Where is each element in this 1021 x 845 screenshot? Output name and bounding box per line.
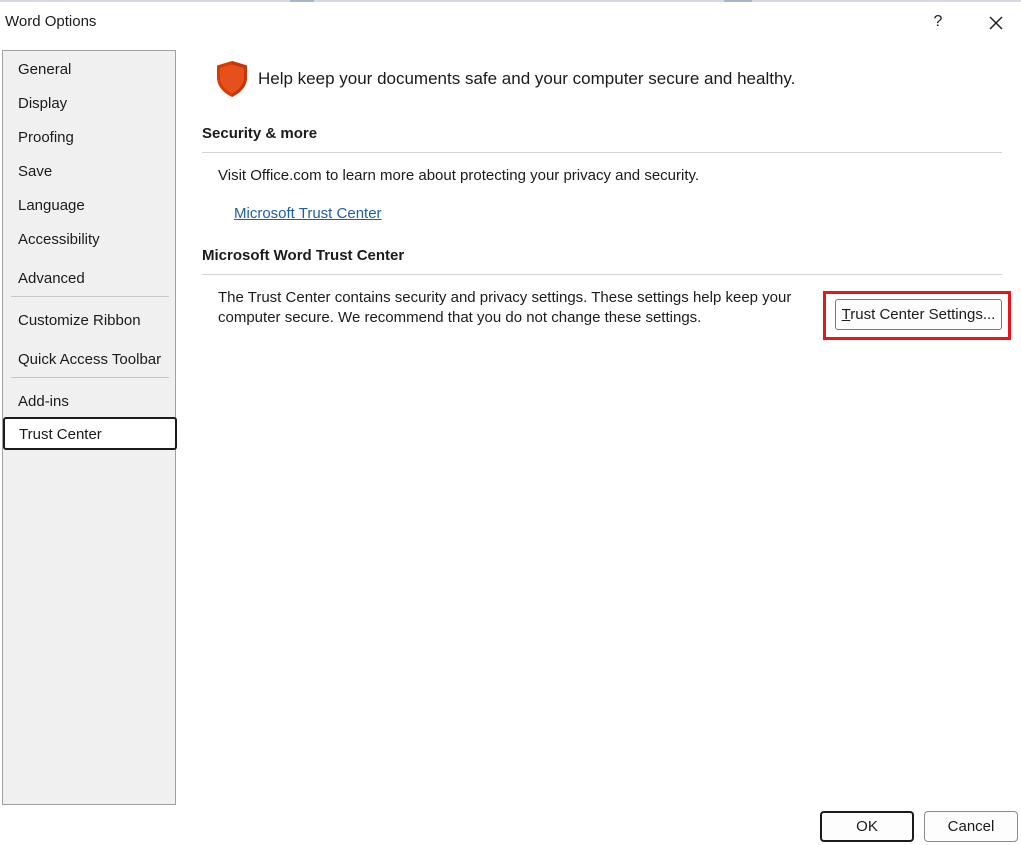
- ok-button[interactable]: OK: [820, 811, 914, 842]
- sidebar-item-customize-ribbon[interactable]: Customize Ribbon: [18, 312, 141, 329]
- sidebar-item-quick-access-toolbar[interactable]: Quick Access Toolbar: [18, 351, 161, 368]
- help-button[interactable]: ?: [926, 10, 950, 34]
- sidebar-item-advanced[interactable]: Advanced: [18, 270, 85, 287]
- section-divider: [202, 274, 1002, 275]
- microsoft-trust-center-link[interactable]: Microsoft Trust Center: [234, 205, 382, 222]
- shield-icon: [217, 61, 247, 97]
- options-sidebar: General Display Proofing Save Language A…: [2, 50, 177, 805]
- sidebar-divider: [11, 296, 169, 297]
- section-divider: [202, 152, 1002, 153]
- section-title-security: Security & more: [202, 125, 318, 142]
- page-header-text: Help keep your documents safe and your c…: [258, 69, 796, 88]
- sidebar-item-save[interactable]: Save: [18, 163, 52, 180]
- sidebar-item-trust-center[interactable]: Trust Center: [3, 417, 177, 450]
- window-title: Word Options: [5, 13, 97, 30]
- trust-center-description-line: The Trust Center contains security and p…: [218, 289, 792, 306]
- sidebar-item-display[interactable]: Display: [18, 95, 67, 112]
- trust-center-description: The Trust Center contains security and p…: [218, 288, 798, 328]
- access-key: T: [841, 306, 851, 323]
- sidebar-item-accessibility[interactable]: Accessibility: [18, 231, 100, 248]
- sidebar-item-add-ins[interactable]: Add-ins: [18, 393, 69, 410]
- trust-center-description-line: computer secure. We recommend that you d…: [218, 309, 702, 326]
- security-description: Visit Office.com to learn more about pro…: [218, 167, 700, 184]
- trust-center-settings-button[interactable]: Trust Center Settings...: [835, 299, 1002, 330]
- sidebar-item-proofing[interactable]: Proofing: [18, 129, 74, 146]
- sidebar-divider: [11, 377, 169, 378]
- cancel-button[interactable]: Cancel: [924, 811, 1018, 842]
- sidebar-item-label: Trust Center: [19, 426, 102, 443]
- section-title-trust-center: Microsoft Word Trust Center: [202, 247, 405, 264]
- sidebar-item-general[interactable]: General: [18, 61, 71, 78]
- sidebar-item-language[interactable]: Language: [18, 197, 85, 214]
- button-label: rust Center Settings...: [850, 306, 996, 323]
- close-icon: [989, 16, 1003, 30]
- title-bar: Word Options ?: [0, 2, 1021, 42]
- close-button[interactable]: [983, 10, 1009, 36]
